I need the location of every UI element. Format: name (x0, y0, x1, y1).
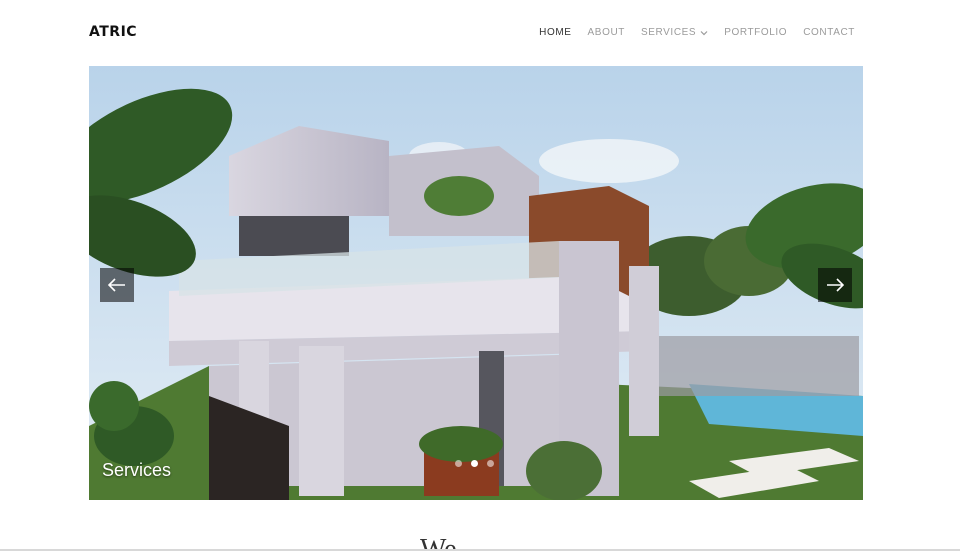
arrow-left-icon (108, 278, 125, 292)
chevron-down-icon (700, 30, 708, 35)
next-slide-button[interactable] (818, 268, 852, 302)
slide-dot-1[interactable] (455, 460, 462, 467)
nav-contact-label: CONTACT (803, 27, 855, 38)
nav-about[interactable]: ABOUT (588, 27, 625, 38)
nav-services[interactable]: SERVICES (641, 27, 708, 38)
nav-home[interactable]: HOME (539, 27, 571, 38)
slide-dot-2[interactable] (471, 460, 478, 467)
nav-services-label: SERVICES (640, 27, 697, 38)
nav-portfolio[interactable]: PORTFOLIO (724, 27, 787, 38)
slide-dot-3[interactable] (487, 460, 494, 467)
nav-contact[interactable]: CONTACT (803, 27, 855, 38)
arrow-right-icon (827, 278, 844, 292)
main-nav: HOME ABOUT SERVICES PORTFOLIO CONTACT (539, 27, 855, 38)
nav-about-label: ABOUT (587, 27, 625, 38)
site-header: ATRIC HOME ABOUT SERVICES PORTFOLIO CONT… (0, 0, 960, 66)
nav-home-label: HOME (539, 27, 572, 38)
nav-portfolio-label: PORTFOLIO (724, 27, 788, 38)
hero-slider[interactable]: Services (89, 66, 863, 500)
slider-dots (455, 460, 494, 467)
logo[interactable]: ATRIC (89, 24, 137, 40)
hero-image (89, 66, 863, 500)
prev-slide-button[interactable] (100, 268, 134, 302)
slide-caption: Services (102, 460, 172, 480)
